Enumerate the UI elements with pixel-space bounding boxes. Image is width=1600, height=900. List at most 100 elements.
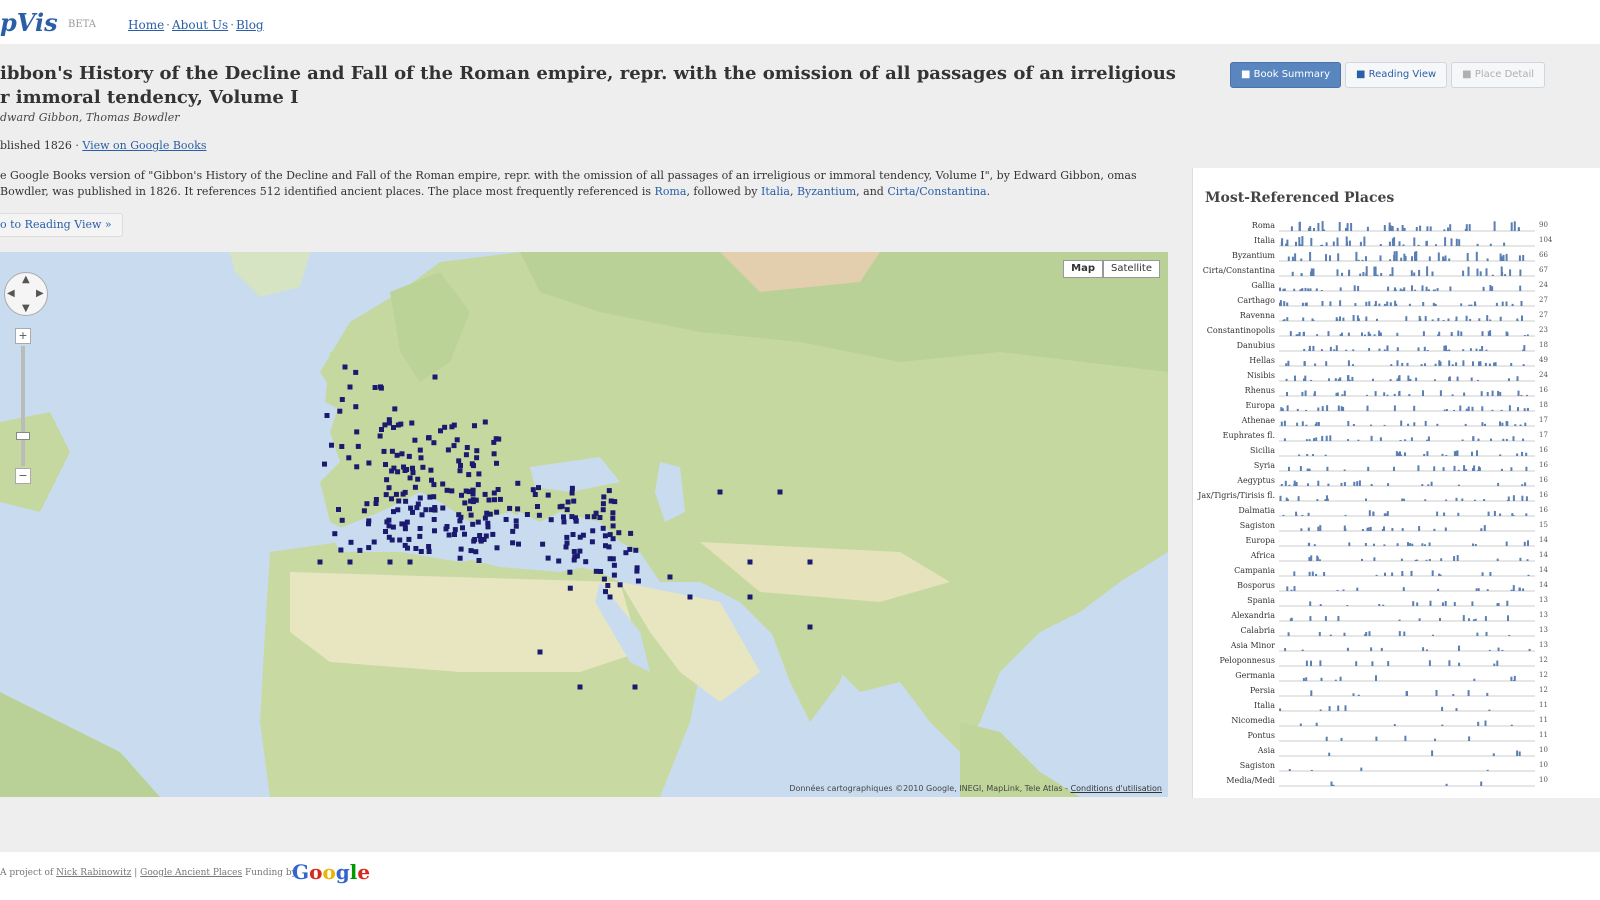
place-marker[interactable] bbox=[390, 524, 396, 530]
place-marker[interactable] bbox=[469, 461, 475, 467]
place-marker[interactable] bbox=[382, 422, 388, 428]
place-marker[interactable] bbox=[410, 465, 415, 471]
nav-blog-link[interactable]: Blog bbox=[236, 18, 264, 32]
place-marker[interactable] bbox=[419, 512, 425, 518]
place-marker[interactable] bbox=[565, 499, 571, 505]
place-marker[interactable] bbox=[398, 421, 404, 427]
place-marker[interactable] bbox=[347, 559, 353, 565]
place-name[interactable]: Aegyptus bbox=[1193, 473, 1275, 488]
map-type-satellite-button[interactable]: Satellite bbox=[1103, 260, 1160, 278]
place-marker[interactable] bbox=[540, 541, 546, 547]
place-row[interactable]: Cirta/Constantina 67 bbox=[1193, 263, 1600, 278]
place-row[interactable]: Media/Medi 10 bbox=[1193, 773, 1600, 788]
place-marker[interactable] bbox=[515, 506, 521, 512]
place-name[interactable]: Danubius bbox=[1193, 338, 1275, 353]
place-marker[interactable] bbox=[471, 538, 477, 544]
place-marker[interactable] bbox=[406, 536, 412, 542]
place-marker[interactable] bbox=[348, 539, 354, 545]
map-terms-link[interactable]: Conditions d'utilisation bbox=[1071, 784, 1162, 793]
place-marker[interactable] bbox=[407, 475, 413, 481]
place-marker[interactable] bbox=[458, 463, 463, 468]
place-marker[interactable] bbox=[483, 533, 489, 539]
place-marker[interactable] bbox=[482, 515, 488, 521]
place-marker[interactable] bbox=[605, 583, 611, 588]
place-marker[interactable] bbox=[482, 419, 488, 425]
place-marker[interactable] bbox=[610, 556, 616, 562]
place-marker[interactable] bbox=[561, 514, 566, 520]
place-marker[interactable] bbox=[600, 507, 606, 513]
place-marker[interactable] bbox=[412, 484, 418, 490]
place-marker[interactable] bbox=[342, 364, 348, 370]
place-name[interactable]: Athenae bbox=[1193, 413, 1275, 428]
zoom-out-button[interactable]: − bbox=[15, 468, 31, 484]
place-marker[interactable] bbox=[494, 509, 500, 515]
place-marker[interactable] bbox=[616, 530, 622, 536]
place-marker[interactable] bbox=[515, 480, 521, 486]
place-name[interactable]: Italia bbox=[1193, 698, 1275, 713]
place-marker[interactable] bbox=[339, 517, 345, 523]
place-marker[interactable] bbox=[397, 537, 403, 543]
tab-place-detail[interactable]: ■ Place Detail bbox=[1451, 62, 1546, 88]
place-marker[interactable] bbox=[431, 482, 437, 488]
place-marker[interactable] bbox=[417, 533, 423, 539]
place-marker[interactable] bbox=[564, 507, 570, 513]
place-marker[interactable] bbox=[591, 514, 597, 520]
place-marker[interactable] bbox=[611, 562, 617, 568]
place-marker[interactable] bbox=[513, 523, 519, 529]
place-name[interactable]: Hellas bbox=[1193, 353, 1275, 368]
place-marker[interactable] bbox=[612, 499, 618, 505]
place-marker[interactable] bbox=[418, 549, 424, 554]
place-marker[interactable] bbox=[406, 453, 412, 459]
place-marker[interactable] bbox=[472, 423, 477, 429]
place-marker[interactable] bbox=[336, 507, 341, 512]
place-marker[interactable] bbox=[396, 498, 402, 504]
place-marker[interactable] bbox=[357, 547, 363, 553]
place-marker[interactable] bbox=[322, 461, 327, 467]
place-marker[interactable] bbox=[426, 544, 432, 549]
place-marker[interactable] bbox=[389, 496, 394, 502]
place-row[interactable]: Asia 10 bbox=[1193, 743, 1600, 758]
place-marker[interactable] bbox=[410, 509, 415, 515]
place-name[interactable]: Gallia bbox=[1193, 278, 1275, 293]
place-row[interactable]: Dalmatia 16 bbox=[1193, 503, 1600, 518]
place-marker[interactable] bbox=[462, 531, 467, 537]
place-row[interactable]: Athenae 17 bbox=[1193, 413, 1600, 428]
place-marker[interactable] bbox=[476, 558, 482, 563]
place-marker[interactable] bbox=[413, 546, 419, 551]
place-marker[interactable] bbox=[391, 509, 396, 515]
place-marker[interactable] bbox=[459, 492, 464, 498]
place-marker[interactable] bbox=[545, 492, 551, 498]
place-marker[interactable] bbox=[361, 508, 367, 514]
place-marker[interactable] bbox=[458, 514, 464, 520]
place-marker[interactable] bbox=[513, 518, 519, 524]
pan-control[interactable]: ▲ ▼ ◀ ▶ bbox=[4, 272, 48, 316]
place-marker[interactable] bbox=[602, 533, 608, 539]
tab-book-summary[interactable]: ■ Book Summary bbox=[1230, 62, 1342, 88]
pan-up-icon[interactable]: ▲ bbox=[22, 274, 30, 285]
place-marker[interactable] bbox=[474, 455, 480, 461]
tab-reading-view[interactable]: ■ Reading View bbox=[1345, 62, 1448, 88]
place-name[interactable]: Africa bbox=[1193, 548, 1275, 563]
place-marker[interactable] bbox=[373, 501, 379, 506]
place-row[interactable]: Pontus 11 bbox=[1193, 728, 1600, 743]
place-name[interactable]: Roma bbox=[1193, 218, 1275, 233]
place-marker[interactable] bbox=[451, 443, 457, 449]
place-row[interactable]: Spania 13 bbox=[1193, 593, 1600, 608]
place-marker[interactable] bbox=[536, 512, 542, 518]
place-marker[interactable] bbox=[607, 594, 613, 600]
place-marker[interactable] bbox=[571, 498, 577, 504]
place-marker[interactable] bbox=[548, 517, 554, 523]
place-marker[interactable] bbox=[537, 649, 543, 655]
place-marker[interactable] bbox=[601, 576, 607, 582]
place-marker[interactable] bbox=[623, 550, 629, 556]
place-name[interactable]: Bosporus bbox=[1193, 578, 1275, 593]
place-marker[interactable] bbox=[366, 518, 372, 524]
place-marker[interactable] bbox=[589, 539, 595, 545]
place-row[interactable]: Nicomedia 11 bbox=[1193, 713, 1600, 728]
place-marker[interactable] bbox=[432, 374, 438, 380]
place-marker[interactable] bbox=[324, 413, 330, 418]
place-marker[interactable] bbox=[378, 384, 383, 390]
place-name[interactable]: Nisibis bbox=[1193, 368, 1275, 383]
place-marker[interactable] bbox=[567, 569, 573, 575]
place-marker[interactable] bbox=[567, 585, 573, 591]
